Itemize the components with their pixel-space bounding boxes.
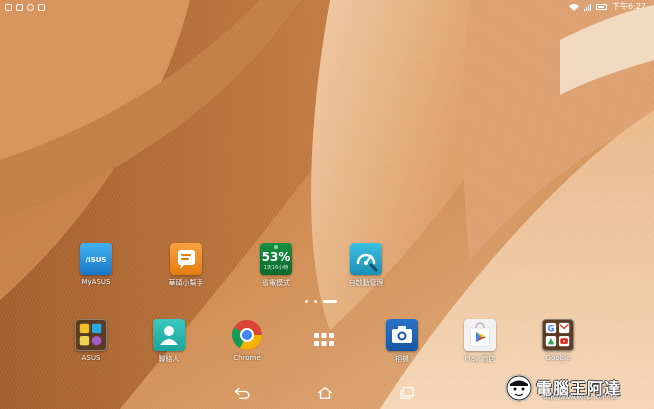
app-myasus[interactable]: /ISUS MyASUS bbox=[66, 243, 126, 286]
camera-icon bbox=[386, 319, 418, 351]
app-label: 華碩小幫手 bbox=[168, 279, 204, 287]
app-drawer-icon bbox=[312, 329, 336, 353]
watermark: 電腦王阿達 http://www.kocpc.com.tw bbox=[506, 373, 646, 405]
app-label: 自啟動管理 bbox=[348, 279, 384, 287]
watermark-logo-icon bbox=[506, 375, 532, 401]
storage-icon bbox=[38, 3, 45, 11]
myasus-icon: /ISUS bbox=[80, 243, 112, 275]
battery-saver-icon: 53% 1天16小時 bbox=[260, 243, 292, 275]
status-right-icons: 下午6:27 bbox=[569, 0, 646, 14]
app-label: 相機 bbox=[395, 355, 409, 363]
battery-icon bbox=[596, 4, 608, 10]
signal-icon bbox=[584, 3, 592, 11]
dock-asus-folder[interactable]: ASUS bbox=[61, 319, 121, 362]
dock-camera[interactable]: 相機 bbox=[372, 319, 432, 364]
dock-contacts[interactable]: 聯絡人 bbox=[139, 319, 199, 364]
home-button[interactable] bbox=[313, 384, 337, 402]
back-icon bbox=[234, 387, 250, 399]
back-button[interactable] bbox=[230, 384, 254, 402]
power-remaining: 1天16小時 bbox=[263, 265, 289, 271]
app-label: 聯絡人 bbox=[158, 355, 180, 363]
dock-play-store[interactable]: Play 商店 bbox=[450, 319, 510, 364]
page-dot-active[interactable] bbox=[323, 300, 337, 303]
recents-button[interactable] bbox=[395, 384, 419, 402]
status-bar: 下午6:27 bbox=[0, 0, 654, 14]
home-icon bbox=[317, 387, 333, 399]
svg-text:G: G bbox=[548, 323, 555, 333]
page-dot[interactable] bbox=[314, 300, 317, 303]
page-indicator bbox=[305, 300, 337, 303]
app-label: MyASUS bbox=[81, 278, 111, 286]
status-time: 下午6:27 bbox=[612, 2, 646, 11]
screenshot-icon bbox=[16, 3, 23, 11]
svg-text:/ISUS: /ISUS bbox=[86, 256, 107, 264]
app-autostart[interactable]: 自啟動管理 bbox=[336, 243, 396, 288]
app-label: Play 商店 bbox=[464, 355, 496, 363]
folder-icon bbox=[75, 319, 107, 351]
dock-app-drawer[interactable] bbox=[294, 329, 354, 353]
notification-icon bbox=[5, 3, 12, 11]
contacts-icon bbox=[153, 319, 185, 351]
app-label: ASUS bbox=[81, 354, 101, 362]
app-asus-helper[interactable]: 華碩小幫手 bbox=[156, 243, 216, 288]
watermark-url: http://www.kocpc.com.tw bbox=[542, 394, 618, 401]
chat-bubble-icon bbox=[170, 243, 202, 275]
wifi-icon bbox=[569, 3, 580, 11]
gauge-icon bbox=[350, 243, 382, 275]
dock-chrome[interactable]: Chrome bbox=[217, 319, 277, 362]
dock-google-folder[interactable]: G Google bbox=[528, 319, 588, 362]
chrome-icon bbox=[231, 319, 263, 351]
app-label: Google bbox=[545, 354, 571, 362]
app-label: Chrome bbox=[233, 354, 261, 362]
recents-icon bbox=[400, 387, 414, 399]
status-left-icons bbox=[5, 0, 45, 14]
page-dot[interactable] bbox=[305, 300, 308, 303]
sync-icon bbox=[27, 3, 34, 11]
app-power-saver[interactable]: 53% 1天16小時 省電模式 bbox=[246, 243, 306, 288]
play-store-icon bbox=[464, 319, 496, 351]
power-percent: 53% bbox=[261, 250, 291, 264]
google-folder-icon: G bbox=[542, 319, 574, 351]
app-label: 省電模式 bbox=[262, 279, 290, 287]
home-screen: 下午6:27 /ISUS MyASUS 華碩小幫手 53% 1天16小時 省電模… bbox=[0, 0, 654, 409]
